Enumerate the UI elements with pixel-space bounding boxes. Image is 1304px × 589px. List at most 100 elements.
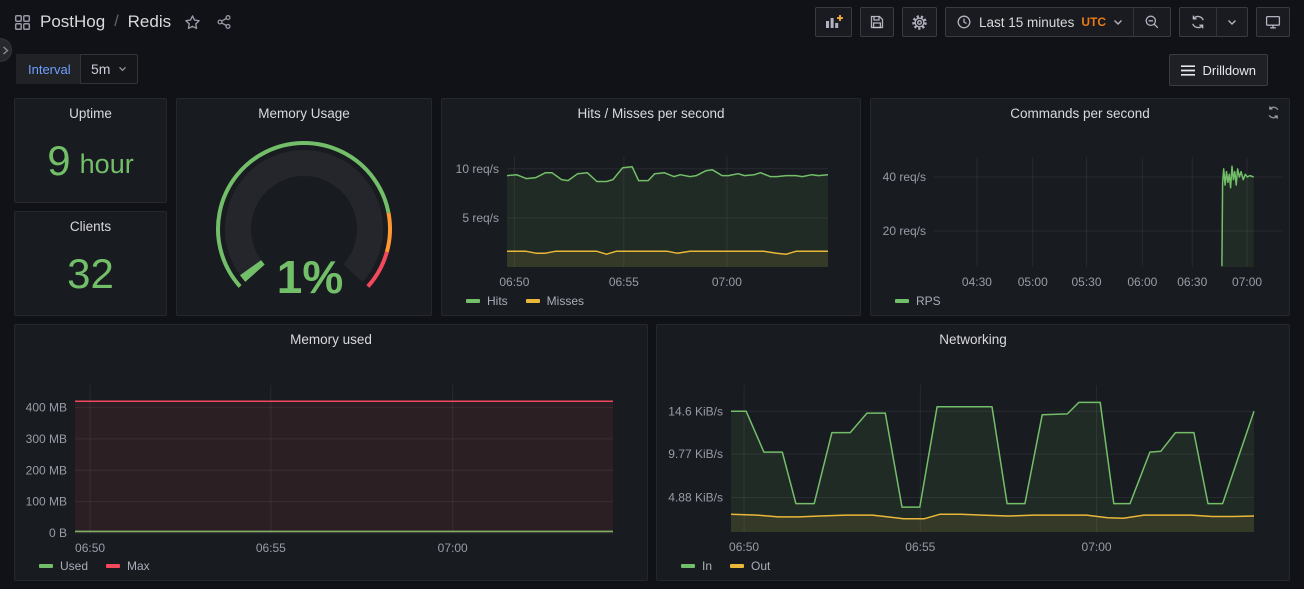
zoom-out-icon [1144, 14, 1160, 30]
legend-label: Max [127, 559, 150, 573]
legend-label: RPS [916, 294, 941, 308]
sub-toolbar: Interval 5m Drilldown [0, 52, 1304, 86]
legend-swatch [39, 564, 53, 568]
breadcrumb-page[interactable]: Redis [128, 12, 171, 32]
y-tick-label: 400 MB [26, 401, 67, 415]
memory-usage-gauge: 1% [177, 125, 431, 315]
legend-swatch [681, 564, 695, 568]
panel-memory-used: Memory used 06:5006:5507:00400 MB300 MB2… [14, 324, 648, 581]
x-tick-label: 06:55 [256, 541, 286, 555]
legend-item[interactable]: Out [730, 559, 770, 573]
x-tick-label: 06:50 [729, 540, 759, 554]
share-icon[interactable] [216, 14, 232, 30]
chevron-down-icon [118, 66, 127, 72]
refresh-interval-dropdown[interactable] [1216, 8, 1247, 36]
legend-item[interactable]: Hits [466, 294, 508, 308]
panel-title: Clients [45, 219, 136, 234]
y-tick-label: 300 MB [26, 432, 67, 446]
save-dashboard-button[interactable] [860, 7, 894, 37]
panel-commands: Commands per second 04:3005:0005:3006:00… [870, 98, 1290, 316]
add-panel-button[interactable] [815, 7, 852, 37]
time-range-picker[interactable]: Last 15 minutes UTC [946, 8, 1133, 36]
chevron-down-icon [1227, 19, 1237, 26]
menu-icon [1181, 65, 1195, 76]
panel-hits-misses: Hits / Misses per second 06:5006:5507:00… [441, 98, 861, 316]
chart-legend: In Out [681, 558, 770, 574]
x-tick-label: 07:00 [1232, 275, 1262, 289]
gauge-value-arc [251, 268, 255, 274]
star-icon[interactable] [184, 14, 201, 31]
y-tick-label: 9.77 KiB/s [668, 447, 723, 461]
legend-item[interactable]: RPS [895, 294, 941, 308]
interval-variable-select[interactable]: 5m [80, 54, 138, 84]
zoom-out-button[interactable] [1133, 8, 1170, 36]
x-tick-label: 06:00 [1127, 275, 1157, 289]
refresh-button[interactable] [1180, 8, 1216, 36]
x-tick-label: 07:00 [438, 541, 468, 555]
gauge-value-text: 1% [277, 251, 343, 303]
y-tick-label: 100 MB [26, 495, 67, 509]
y-tick-label: 5 req/s [462, 211, 499, 225]
x-tick-label: 05:30 [1071, 275, 1101, 289]
chart-legend: RPS [895, 293, 941, 309]
time-picker-group: Last 15 minutes UTC [945, 7, 1171, 37]
uptime-value: 9 [47, 140, 70, 182]
breadcrumb: PostHog / Redis [14, 0, 232, 44]
panel-title: Memory Usage [207, 106, 401, 121]
legend-item[interactable]: Used [39, 559, 88, 573]
y-tick-label: 14.6 KiB/s [668, 404, 723, 418]
x-tick-label: 07:00 [712, 275, 742, 289]
kiosk-mode-button[interactable] [1256, 7, 1290, 37]
timezone-label: UTC [1081, 15, 1106, 29]
legend-swatch [730, 564, 744, 568]
chevron-down-icon [1113, 19, 1123, 26]
legend-item[interactable]: Max [106, 559, 150, 573]
uptime-unit: hour [80, 143, 134, 178]
legend-swatch [106, 564, 120, 568]
refresh-group [1179, 7, 1248, 37]
panel-networking: Networking 06:5006:5507:0014.6 KiB/s9.77… [656, 324, 1290, 581]
uptime-stat: 9 hour [15, 125, 166, 196]
x-tick-label: 06:50 [75, 541, 105, 555]
dashboards-grid-icon[interactable] [14, 14, 31, 31]
grafana-dashboard: PostHog / Redis [0, 0, 1304, 589]
legend-swatch [895, 299, 909, 303]
legend-item[interactable]: In [681, 559, 712, 573]
panel-title: Uptime [45, 106, 136, 121]
legend-label: Used [60, 559, 88, 573]
clients-value: 32 [67, 253, 114, 295]
legend-swatch [526, 299, 540, 303]
clients-stat: 32 [15, 238, 166, 309]
x-tick-label: 04:30 [962, 275, 992, 289]
panel-uptime: Uptime 9 hour [14, 98, 167, 203]
x-tick-label: 06:30 [1177, 275, 1207, 289]
x-tick-label: 05:00 [1018, 275, 1048, 289]
nav-toolbar: Last 15 minutes UTC [815, 7, 1290, 37]
clock-icon [956, 14, 972, 30]
legend-label: Hits [487, 294, 508, 308]
interval-variable-label[interactable]: Interval [16, 54, 83, 84]
monitor-icon [1265, 14, 1281, 30]
chart-legend: Used Max [39, 558, 150, 574]
y-tick-label: 40 req/s [883, 170, 926, 184]
y-tick-label: 10 req/s [456, 162, 499, 176]
panel-memory-usage: Memory Usage 1% [176, 98, 432, 316]
dashboard-settings-button[interactable] [902, 7, 937, 37]
y-tick-label: 4.88 KiB/s [668, 491, 723, 505]
drilldown-button[interactable]: Drilldown [1169, 54, 1268, 86]
x-tick-label: 06:55 [609, 275, 639, 289]
x-tick-label: 06:50 [499, 275, 529, 289]
x-tick-label: 06:55 [905, 540, 935, 554]
breadcrumb-separator: / [114, 13, 118, 31]
legend-swatch [466, 299, 480, 303]
y-tick-label: 20 req/s [883, 224, 926, 238]
legend-label: In [702, 559, 712, 573]
refresh-icon [1190, 14, 1206, 30]
legend-item[interactable]: Misses [526, 294, 584, 308]
chart-legend: Hits Misses [466, 293, 584, 309]
legend-label: Misses [547, 294, 584, 308]
breadcrumb-app[interactable]: PostHog [40, 12, 105, 32]
legend-label: Out [751, 559, 770, 573]
interval-value: 5m [91, 61, 110, 77]
panel-clients: Clients 32 [14, 211, 167, 316]
